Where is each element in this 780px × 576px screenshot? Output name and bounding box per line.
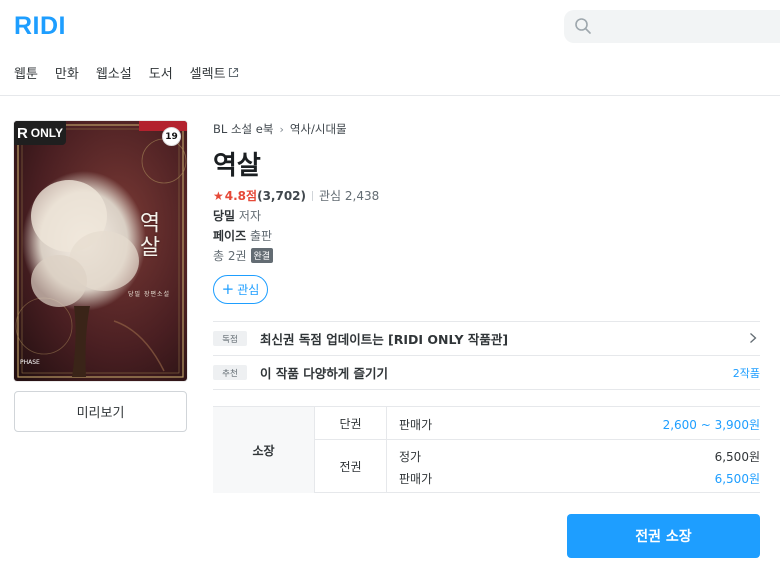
external-link-icon: [228, 67, 238, 78]
header: RIDI 웹툰 만화 웹소설 도서 셀렉트: [0, 0, 780, 96]
search-icon: [575, 18, 591, 34]
notice-text: 이 작품 다양하게 즐기기: [260, 366, 389, 381]
cover-title-art: 역살: [135, 211, 160, 259]
notice-tag: 추천: [213, 365, 247, 380]
nav-select[interactable]: 셀렉트: [190, 63, 239, 82]
single-sale-label: 판매가: [399, 418, 433, 432]
book-cover[interactable]: R ONLY 19 역살 당밀 장편소설 PHASE: [14, 121, 187, 381]
cover-subtitle-art: 당밀 장편소설: [128, 291, 171, 298]
breadcrumb: BL 소설 e북 › 역사/시대물: [213, 121, 347, 137]
notice-recommend[interactable]: 추천 이 작품 다양하게 즐기기 2작품: [213, 355, 760, 389]
ridi-only-badge-text: ONLY: [30, 126, 64, 140]
full-type: 전권: [315, 440, 387, 493]
author-role: 저자: [238, 209, 262, 223]
volume-count: 총 2권: [213, 249, 247, 263]
favorite-count: 관심 2,438: [319, 189, 380, 203]
completed-badge: 완결: [250, 248, 274, 263]
nav-webnovel[interactable]: 웹소설: [96, 63, 132, 82]
publisher-name[interactable]: 페이즈: [213, 229, 246, 243]
full-sale-price: 6,500원: [714, 472, 760, 486]
book-title: 역살: [213, 151, 261, 181]
age-19-badge: 19: [162, 127, 181, 146]
volumes-line: 총 2권 완결: [213, 247, 274, 264]
notice-exclusive[interactable]: 독점 최신권 독점 업데이트는 [RIDI ONLY 작품관]: [213, 321, 760, 355]
main-nav: 웹툰 만화 웹소설 도서 셀렉트: [14, 63, 256, 82]
breadcrumb-genre[interactable]: 역사/시대물: [290, 121, 347, 137]
chevron-right-icon: ›: [279, 122, 284, 136]
rating-row: ★ 4.8점 (3,702) 관심 2,438: [213, 187, 379, 204]
favorite-button-label: 관심: [237, 283, 260, 297]
nav-comics[interactable]: 만화: [55, 63, 79, 82]
nav-books[interactable]: 도서: [149, 63, 173, 82]
plus-icon: +: [221, 280, 235, 298]
search-input[interactable]: [600, 16, 770, 38]
star-icon: ★: [213, 188, 224, 203]
nav-select-label: 셀렉트: [189, 67, 226, 82]
author-line: 당밀 저자: [213, 207, 261, 224]
single-sale-price: 2,600 ~ 3,900원: [662, 418, 760, 432]
notice-tag: 독점: [213, 331, 247, 346]
ridi-only-badge: R ONLY: [14, 121, 66, 145]
full-sale-label: 판매가: [399, 472, 433, 486]
full-list-label: 정가: [399, 450, 422, 464]
publisher-role: 출판: [249, 229, 273, 243]
notice-text: 최신권 독점 업데이트는 [RIDI ONLY 작품관]: [260, 332, 509, 347]
author-name[interactable]: 당밀: [213, 209, 235, 223]
favorite-button[interactable]: + 관심: [213, 275, 268, 304]
own-label: 소장: [213, 407, 315, 493]
cover-publisher-art: PHASE: [20, 359, 40, 366]
single-type: 단권: [315, 407, 387, 439]
rating-count[interactable]: (3,702): [257, 189, 306, 203]
recommend-count[interactable]: 2작품: [733, 365, 760, 381]
publisher-line: 페이즈 출판: [213, 227, 272, 244]
full-list-price: 6,500원: [714, 450, 760, 464]
nav-webtoon[interactable]: 웹툰: [14, 63, 38, 82]
ridi-only-badge-r: R: [16, 124, 28, 142]
divider: [312, 190, 314, 201]
search-bar[interactable]: [564, 10, 780, 43]
divider: [213, 389, 760, 390]
price-table: 소장 단권 판매가 2,600 ~ 3,900원 전권 정가 6,500원 판매…: [213, 406, 760, 493]
ridi-logo[interactable]: RIDI: [14, 12, 66, 41]
rating-score: 4.8점: [224, 189, 258, 203]
preview-button[interactable]: 미리보기: [14, 391, 187, 432]
breadcrumb-category[interactable]: BL 소설 e북: [213, 121, 273, 137]
chevron-right-icon: [750, 333, 757, 343]
buy-all-button[interactable]: 전권 소장: [567, 514, 760, 558]
